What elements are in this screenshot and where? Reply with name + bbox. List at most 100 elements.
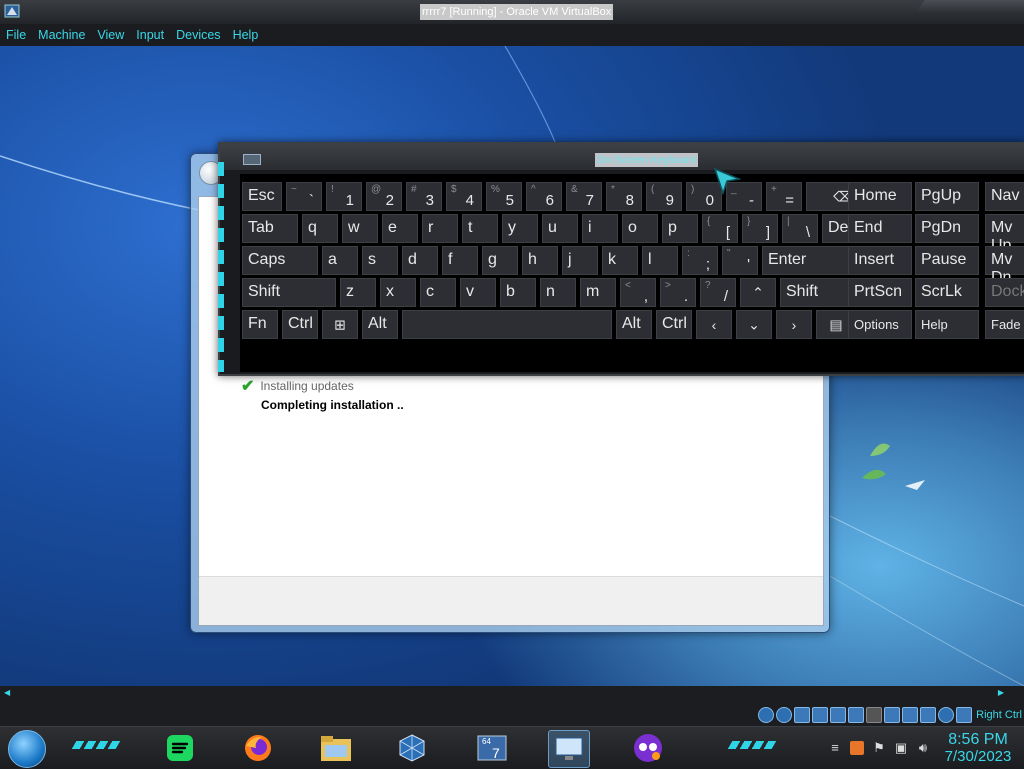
clock[interactable]: 8:56 PM 7/30/2023 <box>938 731 1018 765</box>
osk-key-esc[interactable]: Esc <box>242 182 282 211</box>
osk-key-i[interactable]: i <box>582 214 618 243</box>
osk-key-[interactable]: {[ <box>702 214 738 243</box>
optical-drive-icon[interactable] <box>758 707 775 723</box>
osk-key-[interactable]: ⌃ <box>740 278 776 307</box>
osk-key-[interactable]: " ' <box>722 246 758 275</box>
osk-titlebar[interactable]: On-Screen Keyboard <box>220 144 1024 170</box>
network-icon[interactable] <box>812 707 829 723</box>
osk-key-3[interactable]: #3 <box>406 182 442 211</box>
osk-key-o[interactable]: o <box>622 214 658 243</box>
osk-key-x[interactable]: x <box>380 278 416 307</box>
osk-key-f[interactable]: f <box>442 246 478 275</box>
osk-key-j[interactable]: j <box>562 246 598 275</box>
osk-key-scrlk[interactable]: ScrLk <box>915 278 979 307</box>
osk-key-pgup[interactable]: PgUp <box>915 182 979 211</box>
osk-key-[interactable]: :; <box>682 246 718 275</box>
osk-key-8[interactable]: * 8 <box>606 182 642 211</box>
menu-input[interactable]: Input <box>130 28 170 42</box>
osk-key-alt[interactable]: Alt <box>616 310 652 339</box>
osk-key-h[interactable]: h <box>522 246 558 275</box>
osk-key-nav[interactable]: Nav <box>985 182 1024 211</box>
cpu-icon[interactable] <box>902 707 919 723</box>
osk-key-5[interactable]: % 5 <box>486 182 522 211</box>
usb-icon[interactable] <box>830 707 847 723</box>
osk-key-2[interactable]: @2 <box>366 182 402 211</box>
app-tray-icon[interactable] <box>850 741 864 755</box>
osk-key-alt[interactable]: Alt <box>362 310 398 339</box>
taskbar-firefox[interactable] <box>238 730 278 766</box>
osk-key-home[interactable]: Home <box>848 182 912 211</box>
osk-key-insert[interactable]: Insert <box>848 246 912 275</box>
osk-key-e[interactable]: e <box>382 214 418 243</box>
osk-key-[interactable]: ? / <box>700 278 736 307</box>
osk-key-m[interactable]: m <box>580 278 616 307</box>
osk-key-[interactable]: ⊞ <box>322 310 358 339</box>
osk-key-[interactable]: <, <box>620 278 656 307</box>
network-tray-icon[interactable]: ▣ <box>894 741 908 755</box>
osk-key-1[interactable]: ! 1 <box>326 182 362 211</box>
osk-key-help[interactable]: Help <box>915 310 979 339</box>
osk-key-c[interactable]: c <box>420 278 456 307</box>
osk-key-caps[interactable]: Caps <box>242 246 318 275</box>
host-key-icon[interactable] <box>956 707 973 723</box>
menu-machine[interactable]: Machine <box>32 28 91 42</box>
osk-key-end[interactable]: End <box>848 214 912 243</box>
osk-key-shift[interactable]: Shift <box>242 278 336 307</box>
audio-icon[interactable] <box>794 707 811 723</box>
osk-key-d[interactable]: d <box>402 246 438 275</box>
osk-key-pause[interactable]: Pause <box>915 246 979 275</box>
osk-key-[interactable]: ⌄ <box>736 310 772 339</box>
osk-key-dock[interactable]: Dock <box>985 278 1024 307</box>
taskbar-spotify[interactable] <box>160 730 200 766</box>
osk-key-y[interactable]: y <box>502 214 538 243</box>
osk-key-g[interactable]: g <box>482 246 518 275</box>
osk-key-tab[interactable]: Tab <box>242 214 298 243</box>
osk-key-fade[interactable]: Fade <box>985 310 1024 339</box>
display-icon[interactable] <box>866 707 883 723</box>
osk-key-l[interactable]: l <box>642 246 678 275</box>
osk-key-p[interactable]: p <box>662 214 698 243</box>
scroll-right-icon[interactable]: ▶ <box>998 688 1004 697</box>
osk-key-r[interactable]: r <box>422 214 458 243</box>
menu-help[interactable]: Help <box>227 28 265 42</box>
osk-key-n[interactable]: n <box>540 278 576 307</box>
osk-key-a[interactable]: a <box>322 246 358 275</box>
osk-key-[interactable]: }] <box>742 214 778 243</box>
osk-key-u[interactable]: u <box>542 214 578 243</box>
taskbar-win7-vm[interactable]: 64 7 <box>472 730 512 766</box>
recording-icon[interactable] <box>884 707 901 723</box>
osk-key-[interactable]: >. <box>660 278 696 307</box>
osk-key-k[interactable]: k <box>602 246 638 275</box>
osk-key-v[interactable]: v <box>460 278 496 307</box>
osk-key-[interactable]: ~ ` <box>286 182 322 211</box>
osk-key-[interactable]: › <box>776 310 812 339</box>
disk-icon[interactable] <box>776 707 793 723</box>
osk-key-mvup[interactable]: Mv Up <box>985 214 1024 254</box>
shared-folder-icon[interactable] <box>848 707 865 723</box>
taskbar-remote-desktop[interactable] <box>548 730 590 768</box>
osk-key-q[interactable]: q <box>302 214 338 243</box>
osk-key-prtscn[interactable]: PrtScn <box>848 278 912 307</box>
action-center-flag-icon[interactable]: ⚑ <box>872 741 886 755</box>
osk-key-9[interactable]: (9 <box>646 182 682 211</box>
osk-key-w[interactable]: w <box>342 214 378 243</box>
show-hidden-icons-icon[interactable]: ≡ <box>828 741 842 755</box>
osk-key-z[interactable]: z <box>340 278 376 307</box>
osk-key-[interactable]: ‹ <box>696 310 732 339</box>
osk-key-[interactable]: + = <box>766 182 802 211</box>
volume-icon[interactable]: 🔊︎ <box>916 741 930 755</box>
osk-key-pgdn[interactable]: PgDn <box>915 214 979 243</box>
menu-view[interactable]: View <box>91 28 130 42</box>
menu-devices[interactable]: Devices <box>170 28 226 42</box>
start-button[interactable] <box>8 730 46 768</box>
osk-key-s[interactable]: s <box>362 246 398 275</box>
taskbar-virtualbox[interactable] <box>392 730 432 766</box>
osk-key-b[interactable]: b <box>500 278 536 307</box>
osk-key-7[interactable]: & 7 <box>566 182 602 211</box>
taskbar-privacy-app[interactable] <box>628 730 668 766</box>
osk-key-options[interactable]: Options <box>848 310 912 339</box>
scroll-left-icon[interactable]: ◀ <box>4 688 10 697</box>
osk-key-[interactable]: | \ <box>782 214 818 243</box>
osk-key-space[interactable] <box>402 310 612 339</box>
osk-key-4[interactable]: $4 <box>446 182 482 211</box>
